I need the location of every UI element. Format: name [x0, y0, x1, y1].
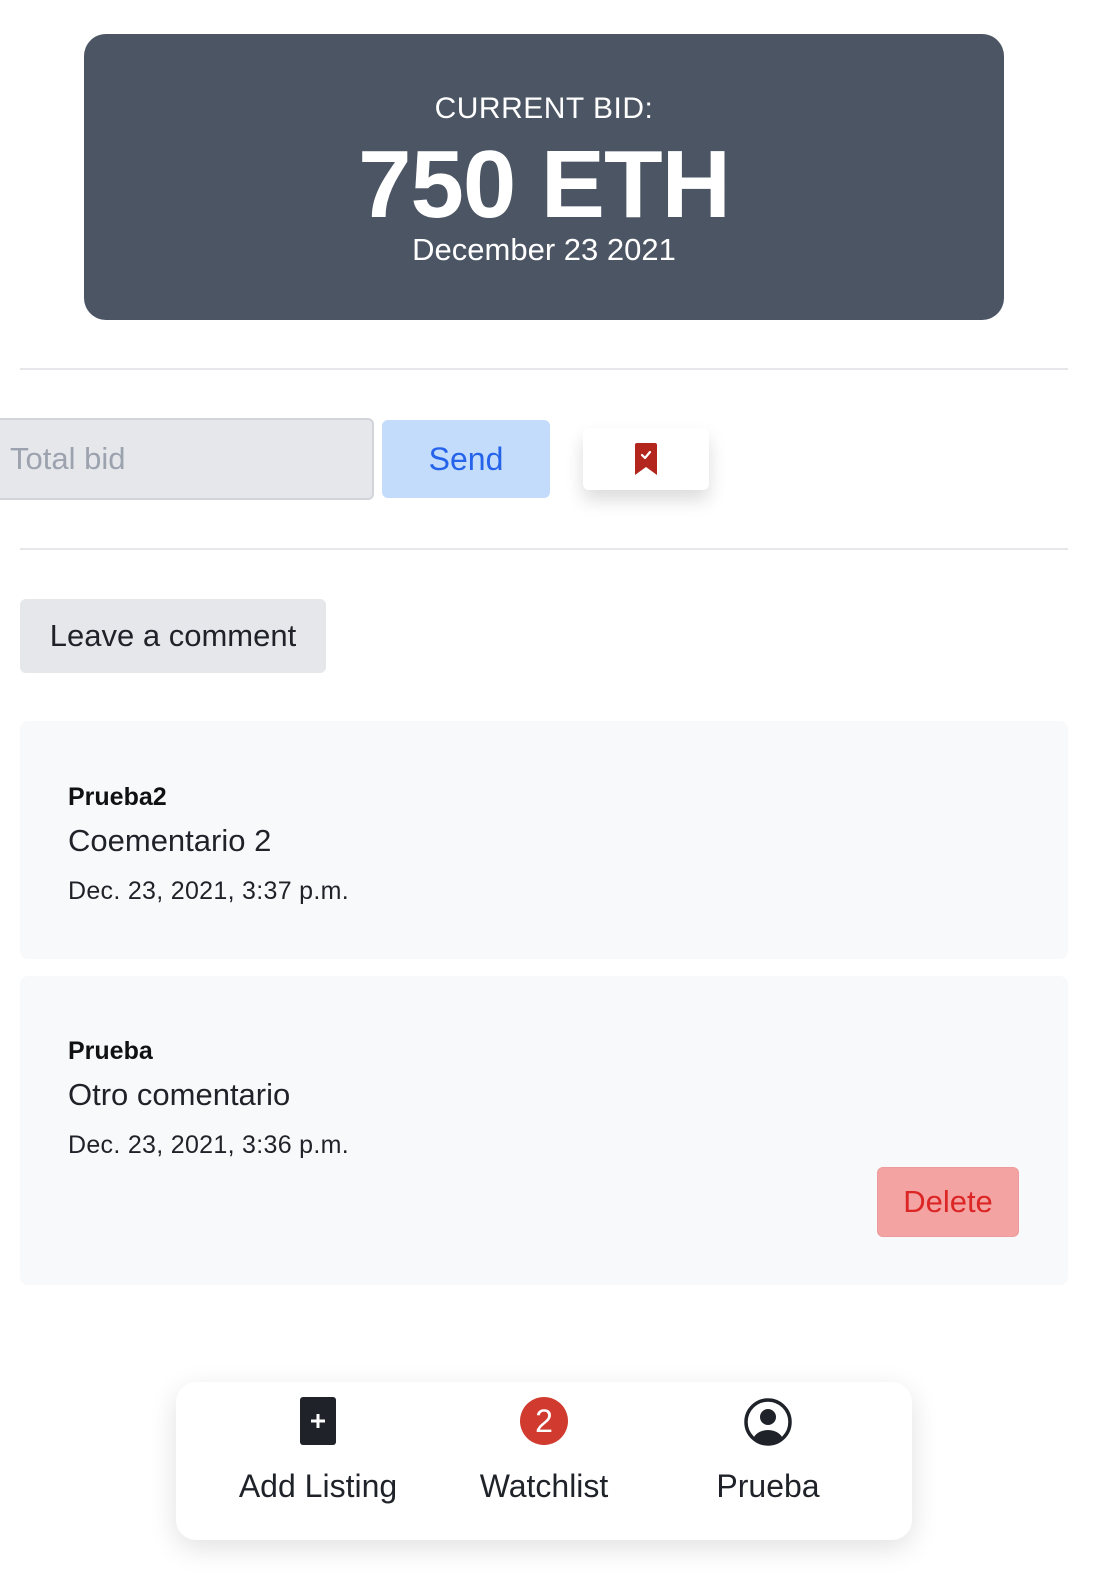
bottom-nav: Add Listing 2 Watchlist Prueba [176, 1382, 912, 1540]
nav-label: Add Listing [238, 1468, 398, 1504]
user-circle-icon [744, 1398, 792, 1446]
comment-card: Prueba Otro comentario Dec. 23, 2021, 3:… [20, 976, 1068, 1285]
current-bid-card: CURRENT BID: 750 ETH December 23 2021 [84, 34, 1004, 320]
leave-comment-button[interactable]: Leave a comment [20, 599, 326, 673]
watchlist-count-badge: 2 [520, 1397, 568, 1445]
comment-date: Dec. 23, 2021, 3:36 p.m. [68, 1131, 349, 1159]
current-bid-amount: 750 ETH [358, 131, 731, 238]
divider [20, 368, 1068, 370]
total-bid-input[interactable] [0, 418, 374, 500]
comment-text: Otro comentario [68, 1077, 291, 1112]
nav-label: Prueba [716, 1468, 820, 1504]
comment-date: Dec. 23, 2021, 3:37 p.m. [68, 877, 349, 905]
listing-page: CURRENT BID: 750 ETH December 23 2021 Se… [0, 0, 1096, 1578]
divider [20, 548, 1068, 550]
watchlist-toggle-button[interactable] [583, 428, 709, 490]
plus-square-icon [300, 1397, 336, 1445]
comment-author: Prueba2 [68, 783, 167, 811]
nav-profile[interactable]: Prueba [694, 1382, 842, 1540]
comment-card: Prueba2 Coementario 2 Dec. 23, 2021, 3:3… [20, 721, 1068, 959]
comment-author: Prueba [68, 1037, 153, 1065]
send-bid-button[interactable]: Send [382, 420, 550, 498]
nav-watchlist[interactable]: 2 Watchlist [466, 1382, 622, 1540]
delete-comment-button[interactable]: Delete [877, 1167, 1019, 1237]
comment-text: Coementario 2 [68, 823, 272, 858]
nav-label: Watchlist [479, 1468, 609, 1504]
bookmark-check-icon [635, 443, 657, 475]
nav-add-listing[interactable]: Add Listing [216, 1382, 420, 1540]
current-bid-label: CURRENT BID: [434, 92, 654, 125]
current-bid-date: December 23 2021 [412, 232, 676, 267]
